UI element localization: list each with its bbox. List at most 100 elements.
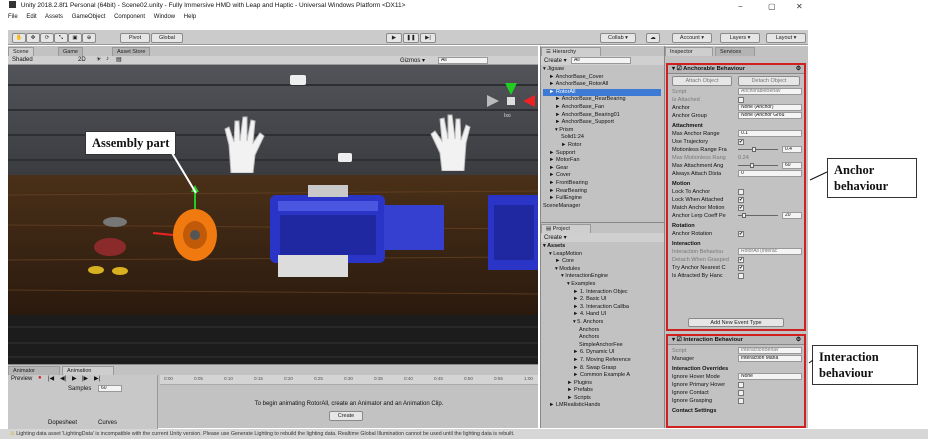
- hierarchy-item[interactable]: Solid1:24: [543, 134, 661, 142]
- checkbox-checked[interactable]: ✔: [738, 231, 744, 237]
- hierarchy-item[interactable]: ► AnchorBase_Fan: [543, 104, 661, 112]
- detach-object-button[interactable]: Detach Object: [738, 76, 800, 86]
- hierarchy-item[interactable]: ► AnchorBase_Cover: [543, 74, 661, 82]
- hierarchy-create-button[interactable]: Create ▾: [544, 57, 567, 64]
- audio-icon[interactable]: ♪: [106, 56, 109, 62]
- checkbox-unchecked[interactable]: [738, 382, 744, 388]
- project-item[interactable]: ► 4. Hand UI: [543, 311, 661, 319]
- next-key-icon[interactable]: |▶: [82, 375, 88, 382]
- checkbox-checked[interactable]: ✔: [738, 205, 744, 211]
- scene-viewport[interactable]: Iso Assembly part: [8, 65, 538, 364]
- project-item[interactable]: SimpleAnchorFee: [543, 342, 661, 350]
- scale-tool-icon[interactable]: ⤡: [54, 33, 68, 43]
- slider-value-field[interactable]: 60: [782, 162, 802, 169]
- effects-icon[interactable]: ▤: [116, 56, 122, 63]
- samples-input[interactable]: 60: [98, 385, 122, 392]
- collab-dropdown[interactable]: Collab ▾: [600, 33, 636, 43]
- project-create-button[interactable]: Create ▾: [544, 234, 567, 241]
- menu-assets[interactable]: Assets: [45, 14, 63, 20]
- checkbox-checked[interactable]: ✔: [738, 265, 744, 271]
- cloud-icon[interactable]: ☁: [646, 33, 660, 43]
- hierarchy-item[interactable]: ► Gear: [543, 165, 661, 173]
- hand-tool-icon[interactable]: ✋: [12, 33, 26, 43]
- tab-project[interactable]: ▤ Project: [541, 224, 591, 233]
- project-item[interactable]: Anchors: [543, 334, 661, 342]
- interaction-header[interactable]: ▾ ☑ Interaction Behaviour ⚙: [668, 336, 804, 345]
- first-key-icon[interactable]: |◀: [48, 375, 54, 382]
- menu-edit[interactable]: Edit: [26, 14, 36, 20]
- menu-component[interactable]: Component: [114, 14, 145, 20]
- preview-toggle[interactable]: Preview: [11, 376, 32, 382]
- component-gear-icon[interactable]: ⚙: [796, 65, 801, 74]
- project-item[interactable]: ▾ InteractionEngine: [543, 273, 661, 281]
- hierarchy-item[interactable]: SceneManager: [543, 203, 661, 211]
- project-item[interactable]: ► LMRealisticHands: [543, 402, 661, 410]
- transform-tool-icon[interactable]: ⊕: [82, 33, 96, 43]
- checkbox-checked[interactable]: ✔: [738, 139, 744, 145]
- checkbox-checked[interactable]: ✔: [738, 197, 744, 203]
- layers-dropdown[interactable]: Layers ▾: [720, 33, 760, 43]
- tab-scene[interactable]: Scene: [8, 47, 34, 56]
- move-tool-icon[interactable]: ✥: [26, 33, 40, 43]
- step-icon[interactable]: ▶|: [420, 33, 436, 43]
- slider-track[interactable]: [738, 147, 778, 152]
- value-field[interactable]: 0.1: [738, 130, 802, 137]
- tab-animator[interactable]: Animator: [8, 366, 60, 375]
- global-toggle[interactable]: Global: [151, 33, 183, 43]
- scene-search-input[interactable]: All: [438, 57, 488, 64]
- rotate-tool-icon[interactable]: ⟳: [40, 33, 54, 43]
- tab-hierarchy[interactable]: ☰ Hierarchy: [541, 47, 601, 56]
- value-field[interactable]: 0: [738, 170, 802, 177]
- hierarchy-item[interactable]: ► RotorAll: [543, 88, 661, 97]
- pause-icon[interactable]: ❚❚: [403, 33, 419, 43]
- project-item[interactable]: ► 6. Dynamic UI: [543, 349, 661, 357]
- record-icon[interactable]: ●: [38, 375, 42, 381]
- tab-asset-store[interactable]: Asset Store: [112, 47, 151, 56]
- slider-value-field[interactable]: 0.4: [782, 146, 802, 153]
- anchorable-header[interactable]: ▾ ☑ Anchorable Behaviour ⚙: [668, 65, 804, 74]
- project-item[interactable]: ► 2. Basic UI: [543, 296, 661, 304]
- hierarchy-item[interactable]: ► AnchorBase_Support: [543, 119, 661, 127]
- tab-game[interactable]: Game: [58, 47, 83, 56]
- lighting-icon[interactable]: ☀: [96, 56, 101, 63]
- menu-window[interactable]: Window: [154, 14, 175, 20]
- project-item[interactable]: ► Common Example A: [543, 372, 661, 380]
- project-item[interactable]: ► 3. Interaction Callba: [543, 304, 661, 312]
- menu-gameobject[interactable]: GameObject: [72, 14, 106, 20]
- 2d-toggle[interactable]: 2D: [78, 57, 86, 63]
- animation-create-button[interactable]: Create: [329, 411, 363, 421]
- value-field[interactable]: Interaction Mana: [738, 355, 802, 362]
- hierarchy-item[interactable]: ► Cover: [543, 172, 661, 180]
- menu-help[interactable]: Help: [184, 14, 196, 20]
- project-item[interactable]: ▾ Assets: [543, 243, 661, 251]
- minimize-button[interactable]: −: [738, 2, 743, 11]
- hierarchy-item[interactable]: ► AnchorBase_Bearing01: [543, 112, 661, 120]
- play-icon[interactable]: ▶: [386, 33, 402, 43]
- close-button[interactable]: ✕: [796, 2, 803, 11]
- hierarchy-search-input[interactable]: All: [571, 57, 631, 64]
- curves-button[interactable]: Curves: [98, 420, 117, 426]
- dopesheet-button[interactable]: Dopesheet: [48, 420, 77, 426]
- gizmos-dropdown[interactable]: Gizmos ▾: [400, 57, 425, 64]
- last-key-icon[interactable]: ▶|: [94, 375, 100, 382]
- shading-dropdown[interactable]: Shaded: [12, 57, 33, 63]
- project-item[interactable]: ► 7. Moving Reference: [543, 357, 661, 365]
- play-anim-icon[interactable]: ▶: [72, 375, 77, 382]
- hierarchy-item[interactable]: ▾ Prism: [543, 127, 661, 135]
- project-item[interactable]: Anchors: [543, 327, 661, 335]
- maximize-button[interactable]: ▢: [768, 2, 776, 11]
- project-item[interactable]: ▾ LeapMotion: [543, 251, 661, 259]
- hierarchy-item[interactable]: ▾ Jigsaw: [543, 66, 661, 74]
- value-dropdown[interactable]: None: [738, 373, 802, 380]
- slider-value-field[interactable]: 20: [782, 212, 802, 219]
- hierarchy-item[interactable]: ► MotorFan: [543, 157, 661, 165]
- tab-animation[interactable]: Animation: [62, 366, 114, 375]
- account-dropdown[interactable]: Account ▾: [672, 33, 712, 43]
- component-gear-icon[interactable]: ⚙: [796, 336, 801, 345]
- hierarchy-item[interactable]: ► RearBearing: [543, 188, 661, 196]
- timeline-ruler[interactable]: 0:00 0:05 0:10 0:15 0:20 0:25 0:30 0:35 0:40 0:45…: [160, 375, 538, 385]
- slider-track[interactable]: [738, 163, 778, 168]
- pivot-toggle[interactable]: Pivot: [120, 33, 150, 43]
- prev-key-icon[interactable]: ◀|: [60, 375, 66, 382]
- slider-handle[interactable]: [752, 147, 757, 152]
